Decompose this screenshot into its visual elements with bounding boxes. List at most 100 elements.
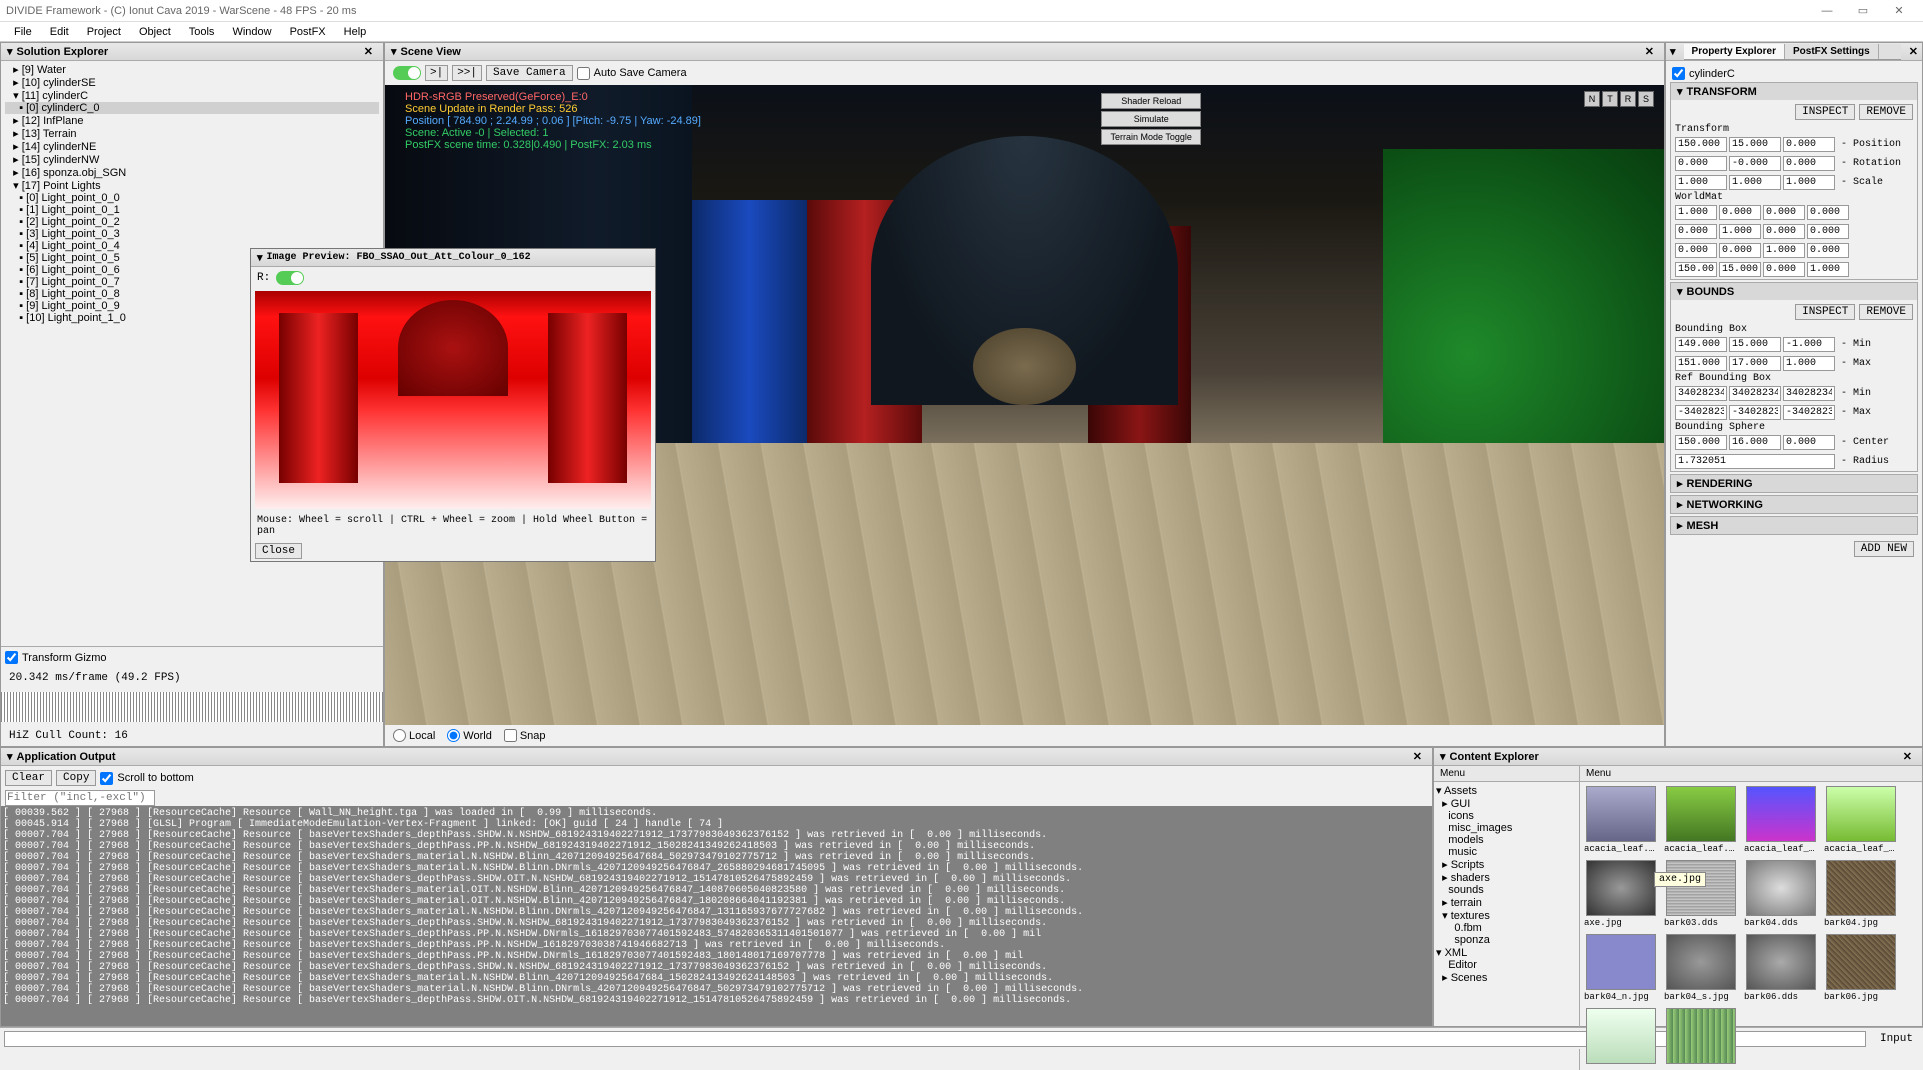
filter-input[interactable] <box>5 790 155 806</box>
minimize-button[interactable]: — <box>1809 1 1845 21</box>
bs-c-z[interactable] <box>1783 435 1835 450</box>
local-radio[interactable] <box>393 729 406 742</box>
viewport-button-t[interactable]: T <box>1602 91 1618 107</box>
collapse-icon[interactable]: ▾ <box>7 750 13 763</box>
thumbnail[interactable]: bark04_s.jpg <box>1664 934 1738 1002</box>
worldmat-cell[interactable] <box>1763 262 1805 277</box>
tree-item[interactable]: ▸ [16] sponza.obj_SGN <box>5 166 379 179</box>
chevron-down-icon[interactable]: ▾ <box>1677 285 1683 298</box>
tree-item[interactable]: ▪ [0] Light_point_0_0 <box>5 192 379 204</box>
collapse-icon[interactable]: ▾ <box>7 45 13 58</box>
menu-window[interactable]: Window <box>224 24 279 40</box>
pos-y[interactable] <box>1729 137 1781 152</box>
chevron-right-icon[interactable]: ▸ <box>1677 477 1683 490</box>
thumbnail[interactable]: bark04_n.jpg <box>1584 934 1658 1002</box>
worldmat-cell[interactable] <box>1807 205 1849 220</box>
bb-max-y[interactable] <box>1729 356 1781 371</box>
bs-c-x[interactable] <box>1675 435 1727 450</box>
rot-z[interactable] <box>1783 156 1835 171</box>
remove-button[interactable]: REMOVE <box>1859 104 1913 120</box>
bs-radius[interactable] <box>1675 454 1835 469</box>
tree-item[interactable]: ▾ [11] cylinderC <box>5 89 379 102</box>
worldmat-cell[interactable] <box>1719 262 1761 277</box>
content-tree-item[interactable]: ▸ Scripts <box>1436 858 1577 871</box>
node-enabled-checkbox[interactable] <box>1672 67 1685 80</box>
content-tree-item[interactable]: ▸ shaders <box>1436 871 1577 884</box>
worldmat-cell[interactable] <box>1675 205 1717 220</box>
worldmat-cell[interactable] <box>1807 243 1849 258</box>
bb-min-y[interactable] <box>1729 337 1781 352</box>
scl-y[interactable] <box>1729 175 1781 190</box>
panel-close-icon[interactable]: ✕ <box>1409 750 1426 763</box>
tree-item[interactable]: ▸ [14] cylinderNE <box>5 140 379 153</box>
worldmat-cell[interactable] <box>1719 224 1761 239</box>
thumbnail[interactable]: bark04.jpg <box>1824 860 1898 928</box>
worldmat-cell[interactable] <box>1719 243 1761 258</box>
content-thumbs-menu[interactable]: Menu <box>1580 766 1922 782</box>
menu-tools[interactable]: Tools <box>181 24 223 40</box>
worldmat-cell[interactable] <box>1675 243 1717 258</box>
content-tree-item[interactable]: ▾ Assets <box>1436 784 1577 797</box>
rot-x[interactable] <box>1675 156 1727 171</box>
bs-c-y[interactable] <box>1729 435 1781 450</box>
viewport-button-r[interactable]: R <box>1620 91 1636 107</box>
content-tree-item[interactable]: sounds <box>1436 884 1577 896</box>
viewport-button-n[interactable]: N <box>1584 91 1600 107</box>
thumbnail[interactable]: bark04.dds <box>1744 860 1818 928</box>
scroll-bottom-checkbox[interactable] <box>100 772 113 785</box>
worldmat-cell[interactable] <box>1763 205 1805 220</box>
thumbnail[interactable]: acacia_leaf.jpg <box>1664 786 1738 854</box>
snap-checkbox[interactable] <box>504 729 517 742</box>
rbb-min-y[interactable] <box>1729 386 1781 401</box>
panel-close-icon[interactable]: ✕ <box>1899 750 1916 763</box>
viewport-menu-item[interactable]: Terrain Mode Toggle <box>1101 129 1201 145</box>
thumbnail[interactable]: axe.jpg <box>1584 860 1658 928</box>
viewport-button-s[interactable]: S <box>1638 91 1654 107</box>
menu-edit[interactable]: Edit <box>42 24 77 40</box>
content-tree-item[interactable]: ▾ XML <box>1436 946 1577 959</box>
image-preview-canvas[interactable] <box>255 291 651 509</box>
panel-close-icon[interactable]: ✕ <box>360 45 377 58</box>
chevron-down-icon[interactable]: ▾ <box>1677 85 1683 98</box>
transform-gizmo-checkbox[interactable] <box>5 651 18 664</box>
bb-max-z[interactable] <box>1783 356 1835 371</box>
thumbnail[interactable]: acacia_leaf.dds <box>1584 786 1658 854</box>
worldmat-cell[interactable] <box>1763 224 1805 239</box>
menu-project[interactable]: Project <box>79 24 129 40</box>
worldmat-cell[interactable] <box>1763 243 1805 258</box>
inspect-button[interactable]: INSPECT <box>1795 304 1855 320</box>
r-channel-toggle[interactable] <box>276 271 304 285</box>
copy-button[interactable]: Copy <box>56 770 96 786</box>
scene-play-toggle[interactable] <box>393 66 421 80</box>
thumbnail[interactable]: acacia_leaf_s.jpg <box>1824 786 1898 854</box>
tree-item[interactable]: ▸ [13] Terrain <box>5 127 379 140</box>
scl-x[interactable] <box>1675 175 1727 190</box>
rbb-max-y[interactable] <box>1729 405 1781 420</box>
worldmat-cell[interactable] <box>1807 262 1849 277</box>
content-tree-item[interactable]: ▾ textures <box>1436 909 1577 922</box>
rbb-max-x[interactable] <box>1675 405 1727 420</box>
collapse-icon[interactable]: ▾ <box>1666 43 1680 60</box>
tree-item[interactable]: ▸ [9] Water <box>5 63 379 76</box>
worldmat-cell[interactable] <box>1719 205 1761 220</box>
worldmat-cell[interactable] <box>1675 262 1717 277</box>
viewport-menu-item[interactable]: Shader Reload <box>1101 93 1201 109</box>
content-tree-item[interactable]: music <box>1436 846 1577 858</box>
image-preview-close-button[interactable]: Close <box>255 543 302 559</box>
collapse-icon[interactable]: ▾ <box>391 45 397 58</box>
tree-item[interactable]: ▪ [3] Light_point_0_3 <box>5 228 379 240</box>
pos-z[interactable] <box>1783 137 1835 152</box>
bb-min-z[interactable] <box>1783 337 1835 352</box>
thumbnail[interactable] <box>1584 1008 1658 1066</box>
image-preview-window[interactable]: ▾ Image Preview: FBO_SSAO_Out_Att_Colour… <box>250 248 656 562</box>
add-new-button[interactable]: ADD NEW <box>1854 541 1914 557</box>
tree-item[interactable]: ▪ [1] Light_point_0_1 <box>5 204 379 216</box>
mesh-header[interactable]: MESH <box>1687 520 1719 532</box>
panel-close-icon[interactable]: ✕ <box>1905 45 1922 58</box>
maximize-button[interactable]: ▭ <box>1845 1 1881 21</box>
thumbnail[interactable] <box>1664 1008 1738 1066</box>
rbb-min-x[interactable] <box>1675 386 1727 401</box>
chevron-right-icon[interactable]: ▸ <box>1677 498 1683 511</box>
scl-z[interactable] <box>1783 175 1835 190</box>
pos-x[interactable] <box>1675 137 1727 152</box>
